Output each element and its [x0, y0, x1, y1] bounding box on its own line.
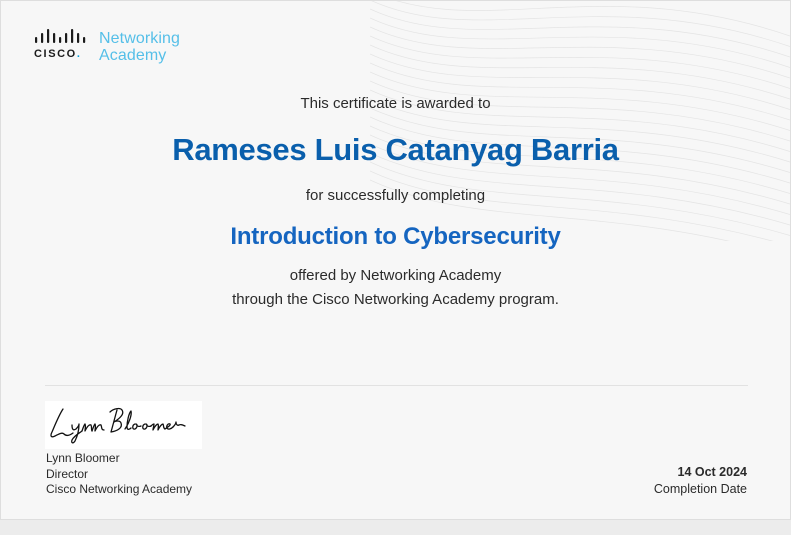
cisco-bars-icon	[35, 29, 86, 43]
recipient-name: Rameses Luis Catanyag Barria	[172, 132, 619, 167]
signer-title: Director	[46, 466, 89, 481]
awarded-text: This certificate is awarded to	[300, 95, 491, 112]
wave-line	[370, 35, 790, 89]
cisco-networking-academy-logo: CISCO. Networking Academy	[34, 29, 180, 64]
wave-line	[370, 8, 790, 58]
academy-name-line1: Networking	[99, 30, 181, 47]
wave-line	[396, 1, 790, 37]
signer-organization: Cisco Networking Academy	[46, 482, 193, 496]
cisco-logo: CISCO.	[34, 29, 92, 60]
certificate-page: CISCO. Networking Academy This certifica…	[0, 0, 791, 520]
completing-text: for successfully completing	[305, 187, 486, 204]
program-text: through the Cisco Networking Academy pro…	[232, 291, 559, 308]
academy-name: Networking Academy	[99, 30, 180, 64]
decorative-wave-lines	[370, 1, 790, 241]
completion-date: 14 Oct 2024	[677, 465, 748, 479]
signature-image	[45, 401, 202, 449]
completion-info: 14 Oct 2024 Completion Date	[654, 464, 747, 498]
academy-name-line2: Academy	[99, 47, 167, 64]
wave-line	[370, 17, 790, 68]
footer-divider	[45, 385, 748, 386]
wave-line	[370, 26, 790, 79]
signer-name: Lynn Bloomer	[46, 451, 120, 465]
cisco-wordmark: CISCO.	[34, 48, 82, 60]
offered-by-text: offered by Networking Academy	[289, 267, 502, 284]
handwritten-signature	[50, 407, 186, 444]
signer-info: Lynn Bloomer Director Cisco Networking A…	[46, 451, 192, 498]
completion-date-label: Completion Date	[653, 482, 747, 496]
course-title: Introduction to Cybersecurity	[230, 223, 561, 250]
